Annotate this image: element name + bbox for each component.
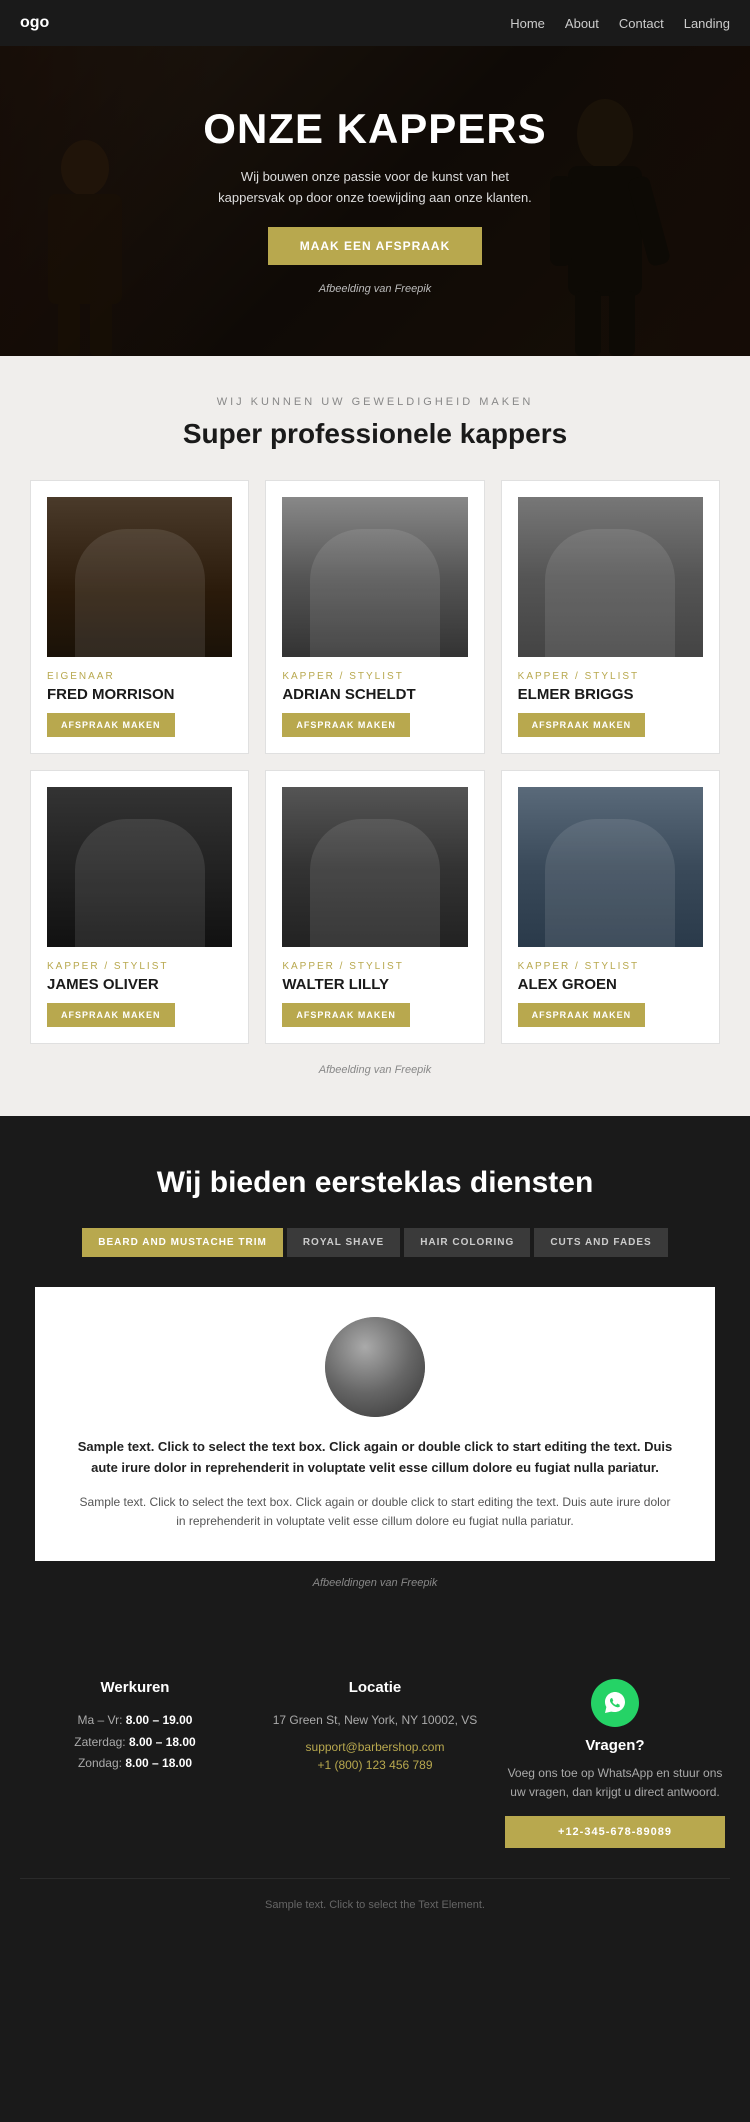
vragen-title: Vragen? (505, 1737, 725, 1754)
barbers-title: Super professionele kappers (30, 418, 720, 450)
barber-card-walter: KAPPER / STYLIST WALTER LILLY AFSPRAAK M… (265, 770, 484, 1044)
werkuren-title: Werkuren (25, 1679, 245, 1696)
service-text-normal: Sample text. Click to select the text bo… (75, 1493, 675, 1531)
barber-card-fred: EIGENAAR FRED MORRISON AFSPRAAK MAKEN (30, 480, 249, 754)
barbers-credit: Afbeelding van Freepik (30, 1064, 720, 1076)
barber-name-adrian: ADRIAN SCHELDT (282, 686, 467, 703)
werkuren-time-1: 8.00 – 18.00 (129, 1735, 196, 1749)
afspraak-btn-adrian[interactable]: AFSPRAAK MAKEN (282, 713, 410, 737)
footer-vragen: Vragen? Voeg ons toe op WhatsApp en stuu… (505, 1679, 725, 1848)
services-title: Wij bieden eersteklas diensten (30, 1166, 720, 1200)
barber-card-james: KAPPER / STYLIST JAMES OLIVER AFSPRAAK M… (30, 770, 249, 1044)
locatie-email[interactable]: support@barbershop.com (265, 1740, 485, 1754)
werkuren-day-2: Zondag: (78, 1756, 122, 1770)
barber-card-adrian: KAPPER / STYLIST ADRIAN SCHELDT AFSPRAAK… (265, 480, 484, 754)
barbers-grid: EIGENAAR FRED MORRISON AFSPRAAK MAKEN KA… (30, 480, 720, 1044)
tab-cuts-fades[interactable]: CUTS AND FADES (534, 1228, 667, 1257)
barber-role-walter: KAPPER / STYLIST (282, 961, 467, 972)
footer-grid: Werkuren Ma – Vr: 8.00 – 19.00 Zaterdag:… (25, 1679, 725, 1848)
service-text-bold: Sample text. Click to select the text bo… (75, 1437, 675, 1479)
barber-photo-adrian (282, 497, 467, 657)
nav-contact[interactable]: Contact (619, 16, 664, 31)
locatie-address: 17 Green St, New York, NY 10002, VS (265, 1710, 485, 1732)
footer-locatie: Locatie 17 Green St, New York, NY 10002,… (265, 1679, 485, 1848)
footer-werkuren: Werkuren Ma – Vr: 8.00 – 19.00 Zaterdag:… (25, 1679, 245, 1848)
nav-home[interactable]: Home (510, 16, 545, 31)
barber-role-alex: KAPPER / STYLIST (518, 961, 703, 972)
service-avatar-image (325, 1317, 425, 1417)
werkuren-time-0: 8.00 – 19.00 (126, 1713, 193, 1727)
barber-name-fred: FRED MORRISON (47, 686, 232, 703)
whatsapp-button[interactable]: +12-345-678-89089 (505, 1816, 725, 1848)
vragen-text: Voeg ons toe op WhatsApp en stuur ons uw… (505, 1764, 725, 1802)
werkuren-row-2: Zondag: 8.00 – 18.00 (25, 1753, 245, 1775)
barber-photo-fred (47, 497, 232, 657)
tab-hair-coloring[interactable]: HAIR COLORING (404, 1228, 530, 1257)
werkuren-row-1: Zaterdag: 8.00 – 18.00 (25, 1732, 245, 1754)
barber-photo-elmer (518, 497, 703, 657)
barber-photo-james (47, 787, 232, 947)
tab-royal-shave[interactable]: ROYAL SHAVE (287, 1228, 400, 1257)
nav-about[interactable]: About (565, 16, 599, 31)
hero-credit: Afbeelding van Freepik (319, 283, 432, 295)
afspraak-btn-elmer[interactable]: AFSPRAAK MAKEN (518, 713, 646, 737)
hero-section: ONZE KAPPERS Wij bouwen onze passie voor… (0, 46, 750, 356)
footer-bottom: Sample text. Click to select the Text El… (20, 1878, 730, 1911)
barber-name-walter: WALTER LILLY (282, 976, 467, 993)
customer-silhouette (30, 136, 140, 356)
footer-bottom-text: Sample text. Click to select the Text El… (265, 1899, 485, 1911)
barber-photo-walter (282, 787, 467, 947)
afspraak-btn-fred[interactable]: AFSPRAAK MAKEN (47, 713, 175, 737)
nav-logo: ogo (20, 14, 49, 32)
barber-role-adrian: KAPPER / STYLIST (282, 671, 467, 682)
footer: Werkuren Ma – Vr: 8.00 – 19.00 Zaterdag:… (0, 1629, 750, 1941)
tab-beard-mustache[interactable]: BEARD AND MUSTACHE TRIM (82, 1228, 283, 1257)
services-section: Wij bieden eersteklas diensten BEARD AND… (0, 1116, 750, 1629)
barber-name-elmer: ELMER BRIGGS (518, 686, 703, 703)
locatie-phone[interactable]: +1 (800) 123 456 789 (265, 1758, 485, 1772)
hero-cta-button[interactable]: MAAK EEN AFSPRAAK (268, 227, 483, 265)
hero-title: ONZE KAPPERS (203, 105, 546, 153)
service-avatar (325, 1317, 425, 1417)
barber-card-elmer: KAPPER / STYLIST ELMER BRIGGS AFSPRAAK M… (501, 480, 720, 754)
werkuren-day-0: Ma – Vr: (78, 1713, 123, 1727)
nav-links: Home About Contact Landing (510, 16, 730, 31)
whatsapp-icon (591, 1679, 639, 1727)
locatie-title: Locatie (265, 1679, 485, 1696)
navigation: ogo Home About Contact Landing (0, 0, 750, 46)
services-credit: Afbeeldingen van Freepik (30, 1577, 720, 1589)
barber-role-elmer: KAPPER / STYLIST (518, 671, 703, 682)
werkuren-day-1: Zaterdag: (74, 1735, 125, 1749)
barber-name-james: JAMES OLIVER (47, 976, 232, 993)
afspraak-btn-james[interactable]: AFSPRAAK MAKEN (47, 1003, 175, 1027)
nav-landing[interactable]: Landing (684, 16, 730, 31)
barber-name-alex: ALEX GROEN (518, 976, 703, 993)
werkuren-row-0: Ma – Vr: 8.00 – 19.00 (25, 1710, 245, 1732)
barber-role-fred: EIGENAAR (47, 671, 232, 682)
service-content: Sample text. Click to select the text bo… (35, 1287, 715, 1561)
barber-photo-alex (518, 787, 703, 947)
barbers-subtitle: WIJ KUNNEN UW GEWELDIGHEID MAKEN (30, 396, 720, 408)
afspraak-btn-walter[interactable]: AFSPRAAK MAKEN (282, 1003, 410, 1027)
afspraak-btn-alex[interactable]: AFSPRAAK MAKEN (518, 1003, 646, 1027)
barber-role-james: KAPPER / STYLIST (47, 961, 232, 972)
barbers-section: WIJ KUNNEN UW GEWELDIGHEID MAKEN Super p… (0, 356, 750, 1116)
services-tabs: BEARD AND MUSTACHE TRIM ROYAL SHAVE HAIR… (30, 1228, 720, 1257)
barber-card-alex: KAPPER / STYLIST ALEX GROEN AFSPRAAK MAK… (501, 770, 720, 1044)
hero-subtitle: Wij bouwen onze passie voor de kunst van… (215, 167, 535, 209)
hero-content: ONZE KAPPERS Wij bouwen onze passie voor… (183, 85, 566, 317)
werkuren-time-2: 8.00 – 18.00 (125, 1756, 192, 1770)
